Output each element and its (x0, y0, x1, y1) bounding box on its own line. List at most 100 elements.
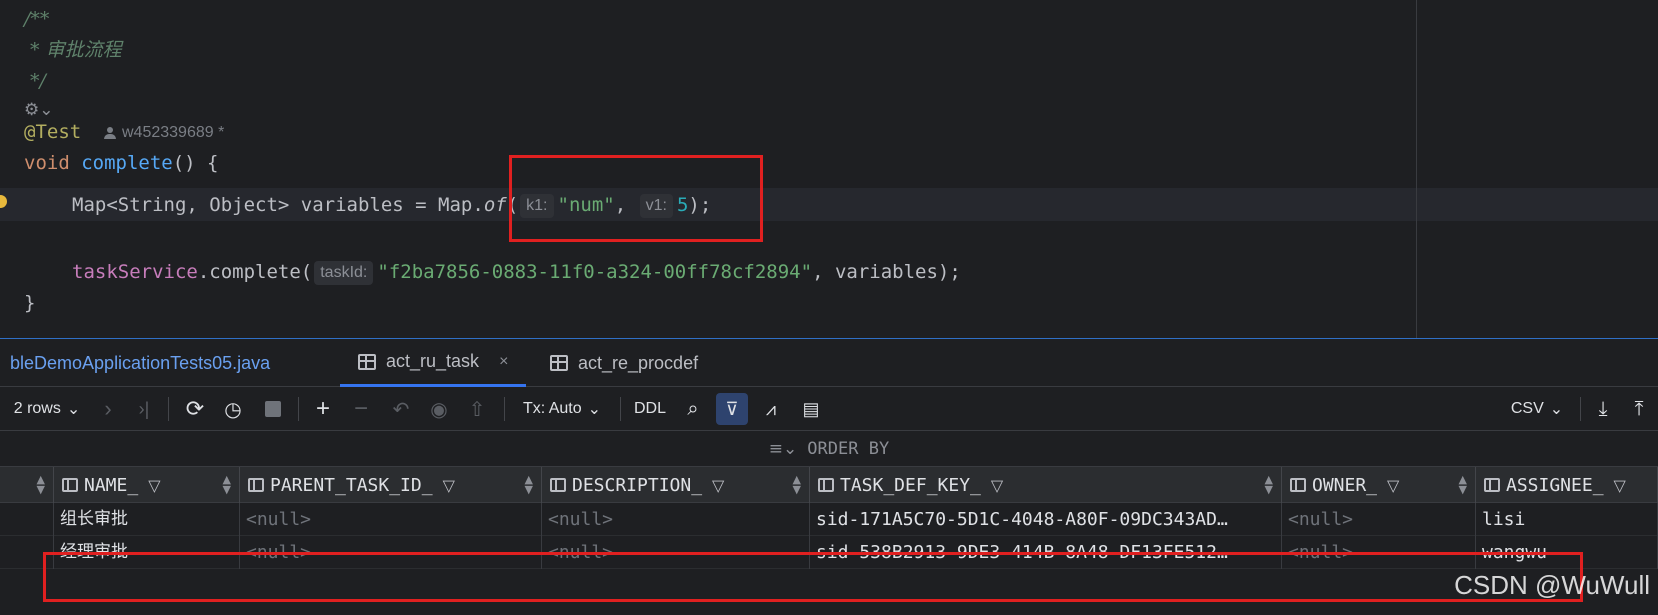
refresh-icon[interactable]: ⟳ (180, 387, 210, 431)
column-header-task-def-key[interactable]: TASK_DEF_KEY_ ▽ ▲ ▼ (810, 467, 1282, 503)
map-decl: Map<String, Object> variables = Map. (72, 194, 484, 216)
column-header-description[interactable]: DESCRIPTION_ ▽ ▲ ▼ (542, 467, 810, 503)
data-toolbar: 2 rows ⌄ › ›| ⟳ ◷ + − ↶ ◉ ⇧ Tx: Auto ⌄ DDL… (0, 387, 1658, 431)
filter-icon[interactable]: ▽ (1387, 476, 1399, 495)
csv-label: CSV (1510, 400, 1544, 417)
search-icon[interactable]: ⌕ (678, 387, 708, 431)
comment-text: * 审批流程 (24, 39, 122, 61)
download-icon[interactable]: ⤓ (1588, 387, 1618, 431)
sort-lines-icon: ≡⌄ (768, 438, 798, 459)
filter-icon[interactable]: ▽ (991, 476, 1003, 495)
method-name: complete (81, 152, 173, 174)
filter-icon[interactable]: ▽ (712, 476, 724, 495)
stop-icon[interactable] (258, 387, 288, 431)
rows-dropdown[interactable]: 2 rows ⌄ (10, 387, 84, 431)
table-cell[interactable]: <null> (1282, 503, 1476, 536)
column-header-parent-task-id[interactable]: PARENT_TASK_ID_ ▽ ▲ ▼ (240, 467, 542, 503)
filter-panel-icon[interactable]: ⊽ (716, 393, 748, 425)
row-number-cell (0, 503, 54, 536)
tab-act-ru-task[interactable]: act_ru_task × (340, 339, 527, 387)
comment-close: */ (24, 70, 46, 92)
column-label: NAME_ (84, 474, 139, 496)
sort-icon[interactable]: ▲ ▼ (525, 474, 533, 495)
watermark: CSDN @WuWull (1454, 570, 1650, 600)
sort-icon[interactable]: ▲ ▼ (1459, 474, 1467, 495)
closing-brace: } (24, 292, 36, 314)
chevron-down-icon: ⌄ (587, 401, 602, 418)
ddl-button[interactable]: DDL (630, 387, 670, 431)
comment-open: /** (24, 8, 50, 30)
tab-java-file[interactable]: bleDemoApplicationTests05.java (10, 339, 270, 387)
rows-label: 2 rows (13, 400, 61, 417)
column-label: OWNER_ (1312, 474, 1378, 496)
column-label: TASK_DEF_KEY_ (840, 474, 981, 496)
toolbar-separator (1580, 397, 1581, 421)
column-icon (1290, 478, 1306, 492)
param-hint-taskid: taskId: (314, 261, 374, 285)
export-format-dropdown[interactable]: CSV ⌄ (1506, 387, 1568, 431)
upload-icon[interactable]: ⤒ (1624, 387, 1654, 431)
person-icon (104, 127, 116, 139)
toolbar-separator (620, 397, 621, 421)
last-page-icon[interactable]: ›| (130, 387, 158, 431)
tab-label: act_re_procdef (578, 352, 699, 373)
highlight-box-variables (509, 155, 763, 242)
next-page-icon[interactable]: › (94, 387, 122, 431)
order-by-bar[interactable]: ≡⌄ ORDER BY (0, 431, 1658, 467)
of-method: of (483, 194, 507, 216)
column-header-assignee[interactable]: ASSIGNEE_ ▽ (1476, 467, 1658, 503)
toolbar-separator (168, 397, 169, 421)
tab-act-re-procdef[interactable]: act_re_procdef (550, 339, 698, 387)
author-hint[interactable]: w452339689 * (104, 124, 224, 142)
table-icon (358, 353, 376, 370)
table-row[interactable]: 组长审批 <null> <null> sid-171A5C70-5D1C-404… (0, 503, 1658, 536)
code-editor[interactable]: /** * 审批流程 */ ⚙⌄ @Test w452339689 * void… (0, 0, 1658, 338)
method-tail: () { (172, 152, 219, 174)
tab-label: bleDemoApplicationTests05.java (10, 352, 271, 373)
table-cell[interactable]: lisi (1476, 503, 1658, 536)
test-annotation: @Test (24, 121, 82, 143)
preview-icon[interactable]: ◉ (424, 387, 454, 431)
chevron-down-icon: ⌄ (1549, 401, 1564, 418)
table-cell[interactable]: <null> (240, 503, 542, 536)
column-icon (1484, 478, 1500, 492)
table-cell[interactable]: sid-171A5C70-5D1C-4048-A80F-09DC343AD… (810, 503, 1282, 536)
sort-icon[interactable]: ▲ ▼ (1265, 474, 1273, 495)
sort-icon[interactable]: ▲ ▼ (37, 474, 45, 495)
toolbar-separator (298, 397, 299, 421)
data-view-icon[interactable]: ▤ (794, 387, 828, 431)
call-tail: , variables); (812, 261, 961, 283)
author-name: w452339689 * (122, 124, 225, 141)
table-icon (550, 355, 568, 371)
history-icon[interactable]: ◷ (218, 387, 248, 431)
column-label: DESCRIPTION_ (572, 474, 703, 496)
column-icon (818, 478, 834, 492)
filter-icon[interactable]: ▽ (1614, 476, 1626, 495)
delete-row-icon[interactable]: − (346, 387, 376, 431)
tx-mode-dropdown[interactable]: Tx: Auto ⌄ (516, 387, 608, 431)
tab-bar: bleDemoApplicationTests05.java act_ru_ta… (0, 339, 1658, 387)
table-header: ▲ ▼ NAME_ ▽ ▲ ▼ PARENT_TASK_ID_ ▽ ▲ ▼ DESCRIPTI… (0, 467, 1658, 503)
column-header-owner[interactable]: OWNER_ ▽ ▲ ▼ (1282, 467, 1476, 503)
submit-icon[interactable]: ⇧ (462, 387, 492, 431)
filter-icon[interactable]: ▽ (443, 476, 455, 495)
column-icon (550, 478, 566, 492)
complete-call: .complete( (197, 261, 313, 283)
table-cell[interactable]: 组长审批 (54, 503, 240, 536)
method-signature: void complete() { (24, 147, 219, 179)
column-header-name[interactable]: NAME_ ▽ ▲ ▼ (54, 467, 240, 503)
chart-icon[interactable]: ⩘ (756, 387, 786, 431)
database-tool-window: bleDemoApplicationTests05.java act_ru_ta… (0, 338, 1658, 615)
revert-icon[interactable]: ↶ (386, 387, 416, 431)
task-service: taskService (72, 261, 198, 283)
order-by-label: ORDER BY (807, 438, 890, 459)
add-row-icon[interactable]: + (308, 387, 338, 431)
void-keyword: void (24, 152, 70, 174)
close-icon[interactable]: × (499, 353, 508, 371)
filter-icon[interactable]: ▽ (148, 476, 160, 495)
column-label: ASSIGNEE_ (1506, 474, 1604, 496)
sort-icon[interactable]: ▲ ▼ (223, 474, 231, 495)
table-cell[interactable]: <null> (542, 503, 810, 536)
column-icon (248, 478, 264, 492)
sort-icon[interactable]: ▲ ▼ (793, 474, 801, 495)
